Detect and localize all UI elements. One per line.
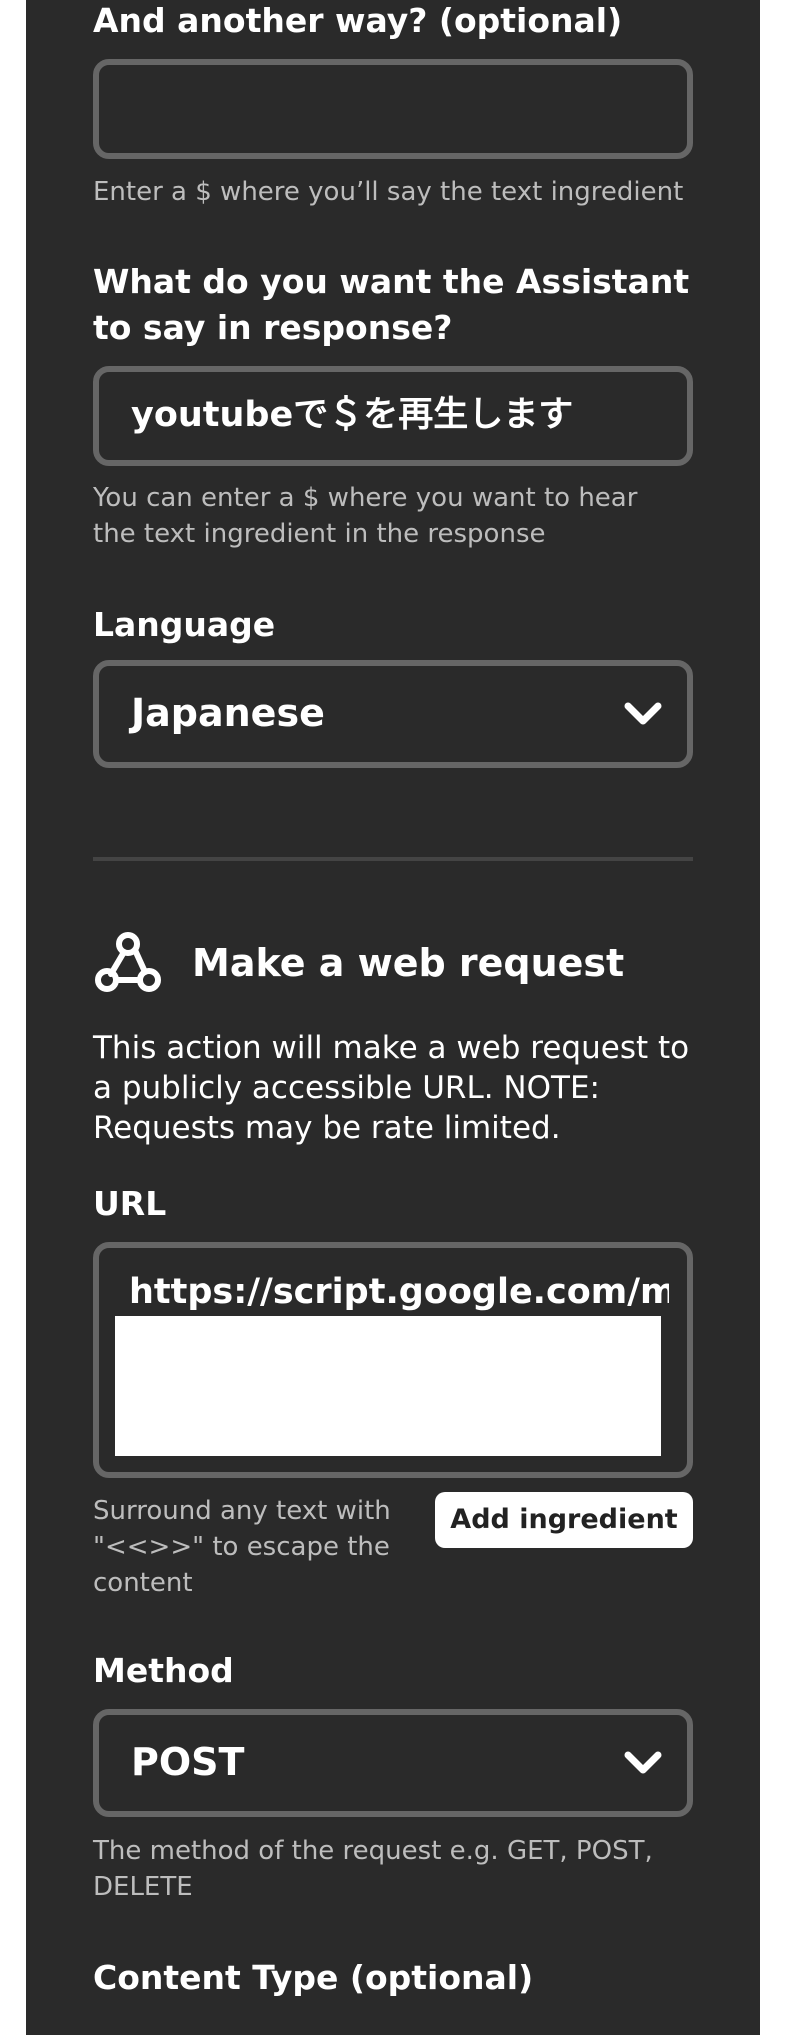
section-divider (93, 857, 693, 861)
applet-form-panel: And another way? (optional) Enter a $ wh… (26, 0, 760, 2035)
action-title: Make a web request (192, 941, 625, 985)
method-selected-value: POST (131, 1740, 245, 1784)
response-input[interactable]: youtubeで＄を再生します (93, 366, 693, 466)
another-way-label: And another way? (optional) (93, 1, 623, 40)
chevron-down-icon (624, 702, 662, 725)
method-select[interactable]: POST (93, 1709, 693, 1817)
webhooks-icon (95, 932, 161, 992)
language-label: Language (93, 605, 276, 644)
url-label: URL (93, 1184, 167, 1223)
chevron-down-icon (624, 1751, 662, 1774)
language-selected-value: Japanese (131, 691, 325, 735)
method-help: The method of the request e.g. GET, POST… (93, 1836, 653, 1902)
add-ingredient-button[interactable]: Add ingredient (435, 1492, 693, 1548)
method-label: Method (93, 1651, 234, 1690)
response-help: You can enter a $ where you want to hear… (93, 483, 638, 549)
response-label: What do you want the Assistant to say in… (93, 262, 690, 347)
another-way-input[interactable] (93, 59, 693, 159)
language-select[interactable]: Japanese (93, 660, 693, 768)
action-description: This action will make a web request to a… (93, 1030, 690, 1146)
another-way-help: Enter a $ where you’ll say the text ingr… (93, 177, 684, 207)
url-input-overlay (115, 1316, 661, 1456)
url-value: https://script.google.com/ma (129, 1272, 669, 1312)
content-type-label: Content Type (optional) (93, 1958, 534, 1997)
url-help: Surround any text with "<<>>" to escape … (93, 1496, 391, 1598)
url-input[interactable]: https://script.google.com/ma (93, 1242, 693, 1478)
